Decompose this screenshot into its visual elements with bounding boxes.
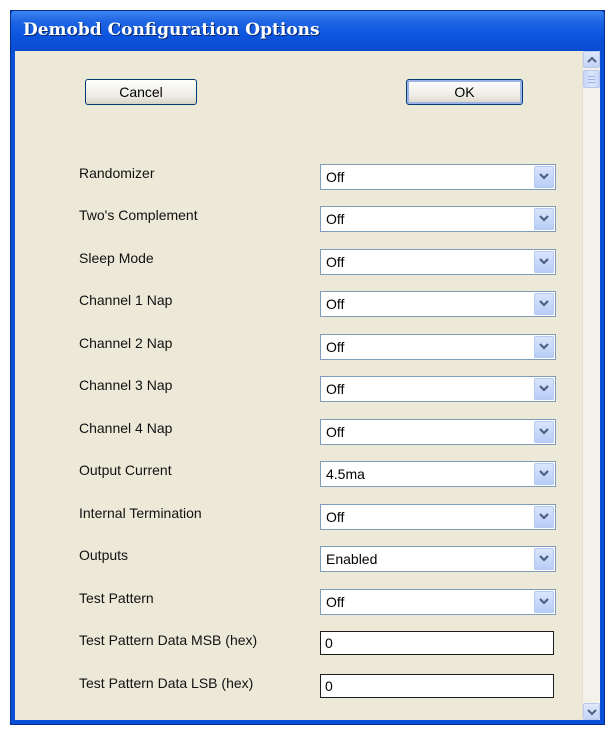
chevron-down-icon[interactable]	[534, 548, 554, 570]
channel-1-nap-label: Channel 1 Nap	[79, 292, 173, 308]
twos-complement-select[interactable]: Off	[320, 206, 556, 232]
channel-3-nap-select[interactable]: Off	[320, 376, 556, 402]
dialog-body: Cancel OK Randomizer Off Two's Complemen…	[15, 51, 600, 720]
channel-4-nap-label: Channel 4 Nap	[79, 420, 173, 436]
window-title: Demobd Configuration Options	[23, 20, 320, 40]
test-pattern-lsb-label: Test Pattern Data LSB (hex)	[79, 675, 254, 691]
chevron-down-icon[interactable]	[534, 251, 554, 273]
select-value: Off	[326, 509, 345, 525]
twos-complement-label: Two's Complement	[79, 207, 198, 223]
chevron-down-icon[interactable]	[534, 208, 554, 230]
vertical-scrollbar[interactable]	[582, 51, 600, 720]
randomizer-select[interactable]: Off	[320, 164, 556, 190]
chevron-down-icon[interactable]	[534, 463, 554, 485]
arrow-down-icon[interactable]	[583, 703, 600, 720]
title-bar[interactable]: Demobd Configuration Options	[11, 11, 604, 51]
sleep-mode-label: Sleep Mode	[79, 250, 154, 266]
test-pattern-msb-label: Test Pattern Data MSB (hex)	[79, 632, 258, 648]
dialog-window: Demobd Configuration Options Cancel OK R…	[10, 10, 605, 725]
test-pattern-select[interactable]: Off	[320, 589, 556, 615]
chevron-down-icon[interactable]	[534, 421, 554, 443]
select-value: Off	[326, 339, 345, 355]
randomizer-label: Randomizer	[79, 165, 155, 181]
arrow-up-icon[interactable]	[583, 51, 600, 68]
internal-termination-label: Internal Termination	[79, 505, 202, 521]
select-value: Off	[326, 254, 345, 270]
select-value: Off	[326, 169, 345, 185]
select-value: Off	[326, 594, 345, 610]
select-value: Off	[326, 211, 345, 227]
channel-1-nap-select[interactable]: Off	[320, 291, 556, 317]
channel-2-nap-label: Channel 2 Nap	[79, 335, 173, 351]
output-current-label: Output Current	[79, 462, 172, 478]
output-current-select[interactable]: 4.5ma	[320, 461, 556, 487]
test-pattern-lsb-input[interactable]	[320, 674, 554, 698]
select-value: Enabled	[326, 551, 378, 567]
select-value: 4.5ma	[326, 466, 365, 482]
chevron-down-icon[interactable]	[534, 336, 554, 358]
ok-button[interactable]: OK	[406, 79, 523, 105]
chevron-down-icon[interactable]	[534, 378, 554, 400]
channel-4-nap-select[interactable]: Off	[320, 419, 556, 445]
chevron-down-icon[interactable]	[534, 293, 554, 315]
sleep-mode-select[interactable]: Off	[320, 249, 556, 275]
chevron-down-icon[interactable]	[534, 506, 554, 528]
outputs-label: Outputs	[79, 547, 129, 563]
scrollbar-thumb[interactable]	[583, 70, 600, 88]
select-value: Off	[326, 424, 345, 440]
select-value: Off	[326, 381, 345, 397]
select-value: Off	[326, 296, 345, 312]
cancel-button[interactable]: Cancel	[85, 79, 197, 105]
chevron-down-icon[interactable]	[534, 591, 554, 613]
test-pattern-label: Test Pattern	[79, 590, 154, 606]
channel-2-nap-select[interactable]: Off	[320, 334, 556, 360]
outputs-select[interactable]: Enabled	[320, 546, 556, 572]
chevron-down-icon[interactable]	[534, 166, 554, 188]
internal-termination-select[interactable]: Off	[320, 504, 556, 530]
channel-3-nap-label: Channel 3 Nap	[79, 377, 173, 393]
test-pattern-msb-input[interactable]	[320, 631, 554, 655]
